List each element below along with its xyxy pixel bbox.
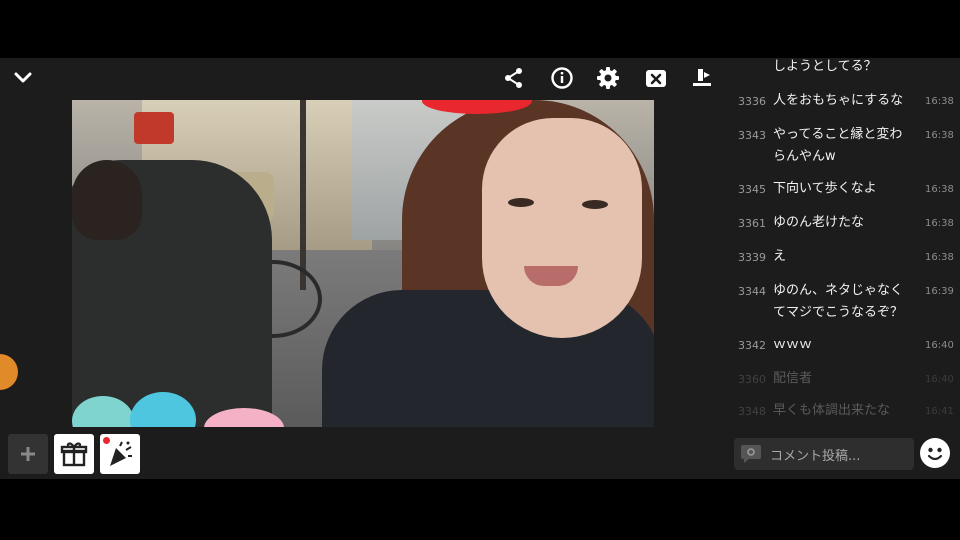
- notification-dot: [103, 437, 110, 444]
- info-icon: [551, 67, 573, 89]
- comment-number: 3339: [738, 251, 766, 264]
- close-box-icon: [646, 70, 666, 87]
- comment-settings-icon: [741, 445, 761, 463]
- video-player[interactable]: [72, 100, 654, 427]
- comment-number: 3342: [738, 339, 766, 352]
- comment-number: 3343: [738, 129, 766, 142]
- comment-number: 3361: [738, 217, 766, 230]
- info-button[interactable]: [546, 62, 578, 94]
- comment-number: 3360: [738, 373, 766, 386]
- gear-icon: [597, 67, 619, 89]
- emoji-button[interactable]: [920, 438, 950, 468]
- video-face: [482, 118, 642, 338]
- video-eye: [582, 200, 608, 209]
- collapse-chevron-button[interactable]: [7, 62, 39, 94]
- settings-button[interactable]: [592, 62, 624, 94]
- bottom-toolbar: [8, 434, 140, 474]
- comment-text: ゆのん老けたな: [773, 215, 865, 230]
- gift-button[interactable]: [54, 434, 94, 474]
- plus-icon: [21, 447, 35, 461]
- chevron-down-icon: [14, 72, 32, 83]
- party-button[interactable]: [100, 434, 140, 474]
- rotate-screen-icon: [693, 69, 711, 86]
- comment-number: 3336: [738, 95, 766, 108]
- add-button[interactable]: [8, 434, 48, 474]
- share-icon: [505, 68, 522, 88]
- smiley-icon: [921, 439, 949, 467]
- video-sign: [134, 112, 174, 144]
- video-person-head: [72, 160, 142, 240]
- comment-time: 16:41: [925, 406, 954, 417]
- comment-text: 早くも体調出来たな: [773, 403, 891, 418]
- rotate-screen-button[interactable]: [686, 62, 718, 94]
- comment-list[interactable]: しようとしてる？ 3336 人をおもちゃにするな 16:38 3343 やってる…: [730, 58, 960, 424]
- video-eye: [508, 198, 534, 207]
- comment-time: 16:38: [925, 96, 954, 107]
- comment-time: 16:38: [925, 218, 954, 229]
- comment-text: やってること縁と変わらんやんw: [773, 127, 903, 164]
- comment-number: 3348: [738, 405, 766, 418]
- close-box-button[interactable]: [640, 62, 672, 94]
- comment-text: 人をおもちゃにするな: [773, 93, 904, 108]
- share-button[interactable]: [498, 62, 530, 94]
- comment-time: 16:40: [925, 374, 954, 385]
- comment-text: しようとしてる？: [773, 59, 877, 74]
- gift-icon: [60, 442, 88, 467]
- comment-time: 16:39: [925, 286, 954, 297]
- comment-text: ゆのん、ネタじゃなくてマジでこうなるぞ？: [773, 283, 904, 320]
- comment-input[interactable]: コメント投稿...: [734, 438, 914, 470]
- comment-number: 3344: [738, 285, 766, 298]
- video-pole: [300, 100, 306, 290]
- comment-text: ｗｗｗ: [773, 337, 813, 352]
- comment-number: 3345: [738, 183, 766, 196]
- side-orb-button[interactable]: [0, 354, 18, 390]
- comment-text: え: [773, 249, 787, 264]
- comment-time: 16:40: [925, 340, 954, 351]
- live-stream-app: しようとしてる？ 3336 人をおもちゃにするな 16:38 3343 やってる…: [0, 58, 960, 479]
- comment-text: 下向いて歩くなよ: [773, 181, 877, 196]
- comment-time: 16:38: [925, 130, 954, 141]
- comment-time: 16:38: [925, 184, 954, 195]
- comment-time: 16:38: [925, 252, 954, 263]
- comment-text: 配信者: [773, 371, 813, 386]
- party-popper-icon: [110, 441, 132, 466]
- comment-placeholder: コメント投稿...: [770, 448, 861, 464]
